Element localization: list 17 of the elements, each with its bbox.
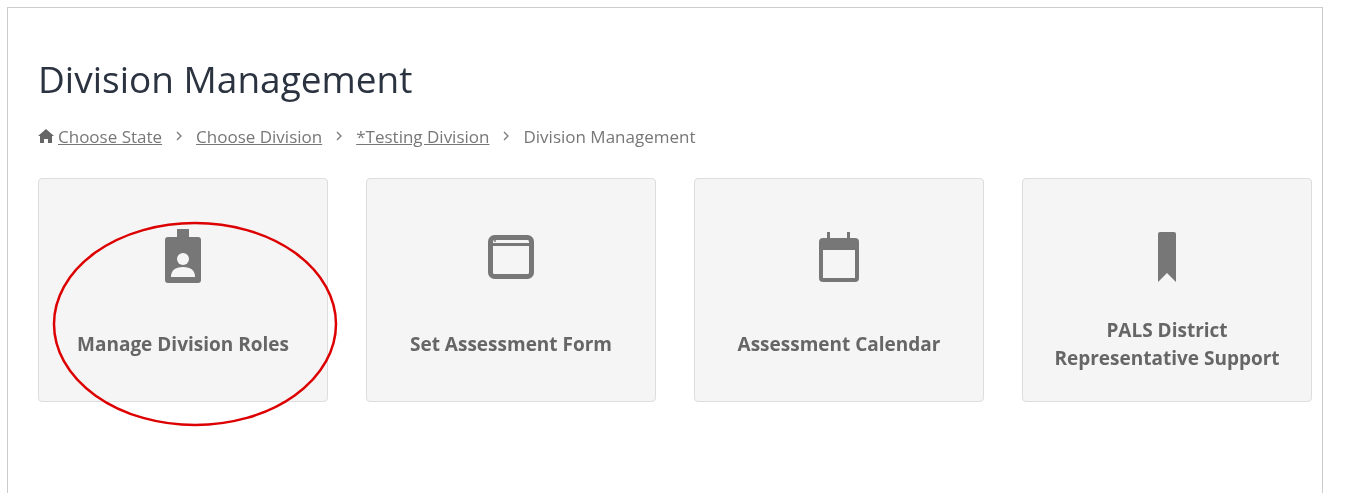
chevron-icon [503, 131, 510, 141]
card[interactable]: Assessment Calendar [694, 178, 984, 402]
chevron-icon [176, 131, 183, 141]
page-title: Division Management [38, 54, 414, 104]
breadcrumb-link[interactable]: Choose Division [196, 124, 323, 148]
card[interactable]: PALS District Representative Support [1022, 178, 1312, 402]
card[interactable]: Manage Division Roles [38, 178, 328, 402]
breadcrumb-link[interactable]: Choose State [58, 124, 163, 148]
card[interactable]: Set Assessment Form [366, 178, 656, 402]
chevron-icon [336, 131, 343, 141]
window-icon [488, 235, 534, 279]
home-icon [38, 129, 54, 143]
bookmark-icon [1158, 232, 1176, 282]
id-badge-icon [163, 229, 203, 285]
calendar-icon [818, 232, 860, 282]
breadcrumb-link[interactable]: *Testing Division [356, 124, 490, 148]
breadcrumb-current: Division Management [523, 124, 696, 148]
